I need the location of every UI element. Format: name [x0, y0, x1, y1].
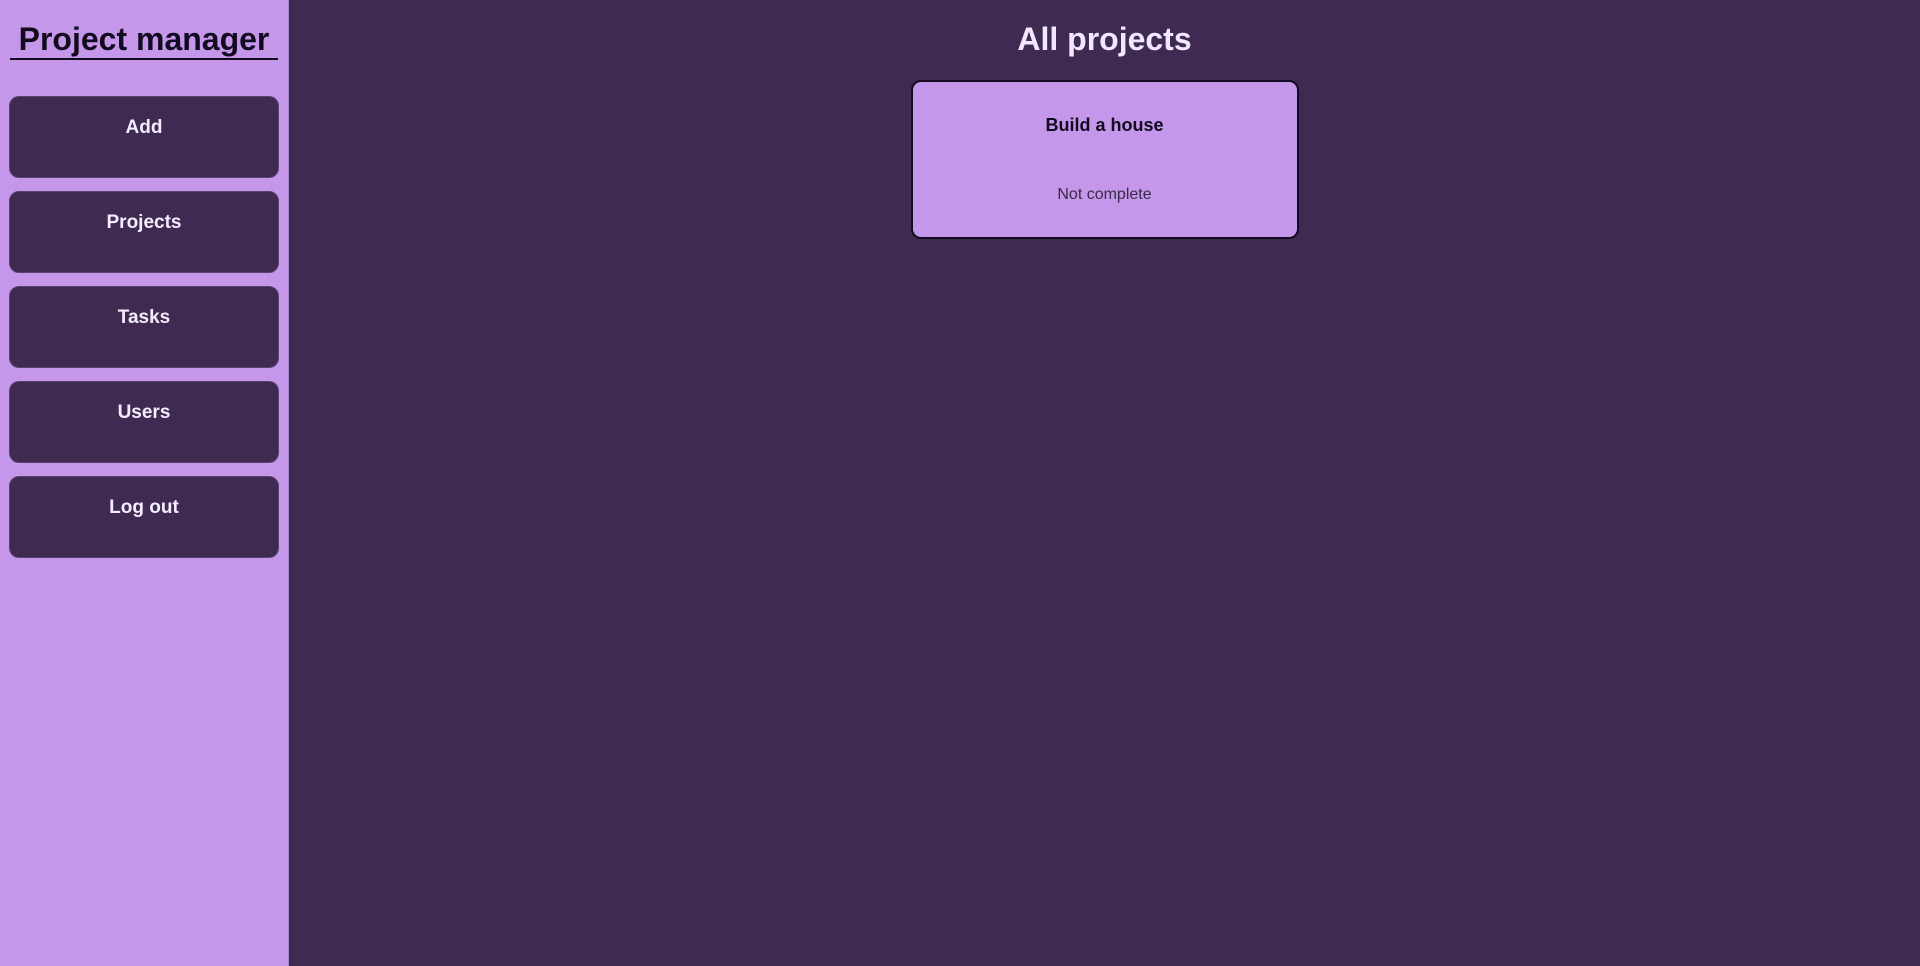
- tasks-button[interactable]: Tasks: [9, 286, 279, 368]
- sidebar-nav: Add Projects Tasks Users Log out: [9, 96, 279, 558]
- add-button[interactable]: Add: [9, 96, 279, 178]
- project-card[interactable]: Build a house Not complete: [910, 80, 1299, 239]
- app-title: Project manager: [10, 20, 278, 60]
- project-status: Not complete: [1057, 186, 1152, 203]
- project-name: Build a house: [1045, 115, 1164, 135]
- projects-button[interactable]: Projects: [9, 191, 279, 273]
- page-title: All projects: [1017, 21, 1192, 57]
- sidebar: Project manager Add Projects Tasks Users…: [0, 0, 289, 966]
- log-out-button[interactable]: Log out: [9, 476, 279, 558]
- users-button[interactable]: Users: [9, 381, 279, 463]
- main-content: All projects Build a house Not complete: [289, 0, 1920, 966]
